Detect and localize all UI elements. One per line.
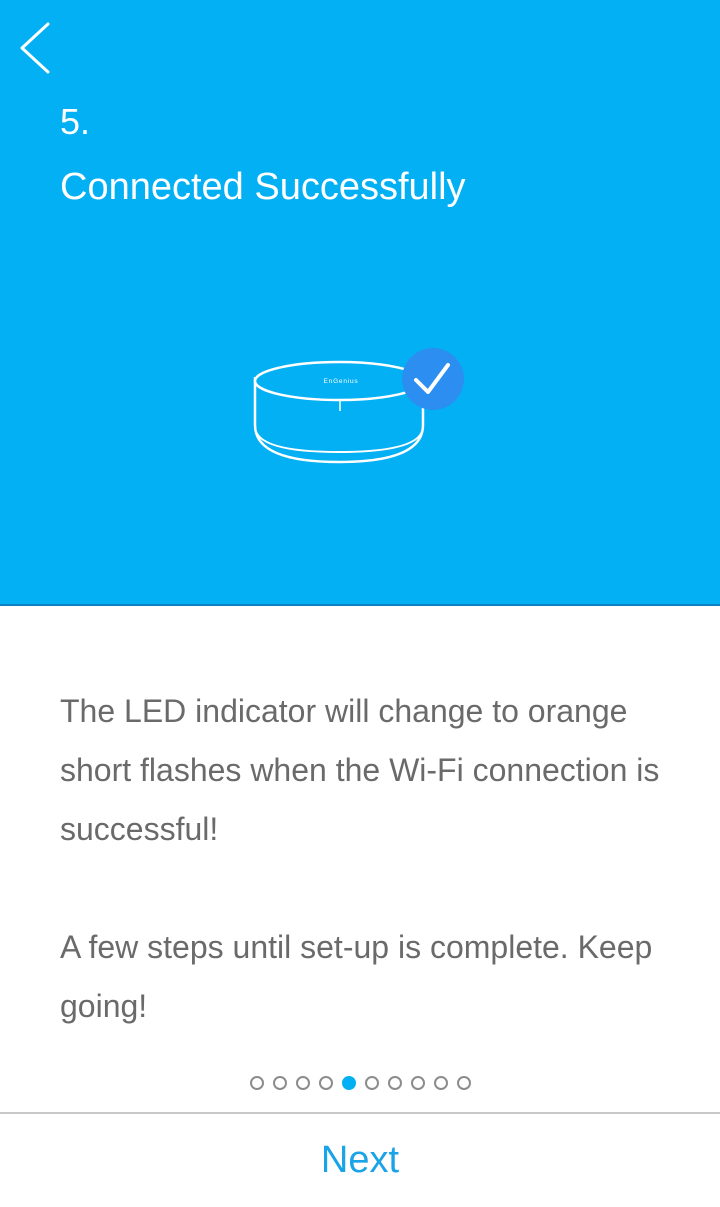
page-dot bbox=[433, 1076, 448, 1090]
page-dot bbox=[318, 1076, 333, 1090]
chevron-left-icon bbox=[20, 22, 50, 74]
page-dot bbox=[387, 1076, 402, 1090]
page-dot bbox=[249, 1076, 264, 1090]
device-logo-text: EnGenius bbox=[324, 378, 359, 385]
page-dot bbox=[410, 1076, 425, 1090]
page-dot bbox=[456, 1076, 471, 1090]
page-dot bbox=[364, 1076, 379, 1090]
page-indicator bbox=[0, 1076, 720, 1090]
instructions: The LED indicator will change to orange … bbox=[60, 682, 680, 1036]
instruction-paragraph-2: A few steps until set-up is complete. Ke… bbox=[60, 929, 653, 1024]
next-button[interactable]: Next bbox=[0, 1114, 720, 1207]
hero-divider bbox=[0, 604, 720, 606]
hero-banner: 5. Connected Successfully EnGenius bbox=[0, 0, 720, 604]
back-button[interactable] bbox=[8, 14, 64, 80]
page-dot bbox=[295, 1076, 310, 1090]
page-title: Connected Successfully bbox=[60, 166, 466, 208]
checkmark-icon bbox=[402, 348, 464, 410]
step-number: 5. bbox=[60, 101, 91, 142]
setup-screen: 5. Connected Successfully EnGenius The L… bbox=[0, 0, 720, 1207]
router-device-illustration: EnGenius bbox=[253, 348, 464, 464]
page-dot-active bbox=[341, 1076, 356, 1090]
page-dot bbox=[272, 1076, 287, 1090]
instruction-paragraph-1: The LED indicator will change to orange … bbox=[60, 693, 660, 847]
